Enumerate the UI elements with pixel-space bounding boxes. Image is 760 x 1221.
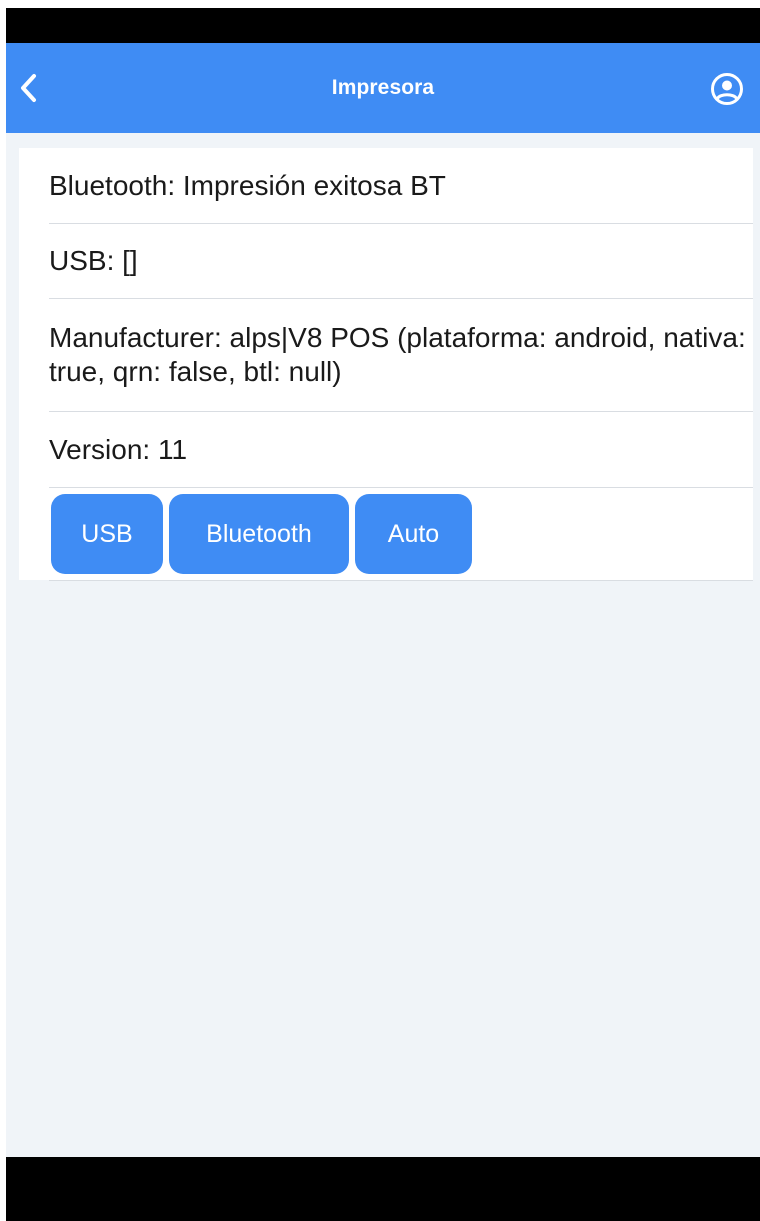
printer-info-card: Bluetooth: Impresión exitosa BT USB: [] … — [19, 148, 753, 581]
manufacturer-info: Manufacturer: alps|V8 POS (plataforma: a… — [49, 299, 753, 412]
navigation-bar — [6, 1157, 760, 1221]
app-bar: Impresora — [6, 43, 760, 133]
usb-button[interactable]: USB — [51, 494, 163, 574]
device-frame: Impresora Bluetooth: Impresión exitosa B… — [6, 8, 760, 1221]
user-circle-icon — [711, 73, 743, 105]
chevron-left-icon — [21, 74, 36, 102]
bluetooth-status: Bluetooth: Impresión exitosa BT — [49, 148, 753, 224]
usb-status: USB: [] — [49, 224, 753, 299]
bluetooth-button[interactable]: Bluetooth — [169, 494, 349, 574]
account-button[interactable] — [708, 70, 746, 108]
back-button[interactable] — [10, 69, 48, 107]
auto-button[interactable]: Auto — [355, 494, 472, 574]
page-title: Impresora — [331, 76, 435, 99]
content-area: Bluetooth: Impresión exitosa BT USB: [] … — [6, 133, 760, 1157]
status-bar — [6, 8, 760, 43]
print-mode-buttons: USB Bluetooth Auto — [49, 488, 753, 581]
version-info: Version: 11 — [49, 412, 753, 488]
